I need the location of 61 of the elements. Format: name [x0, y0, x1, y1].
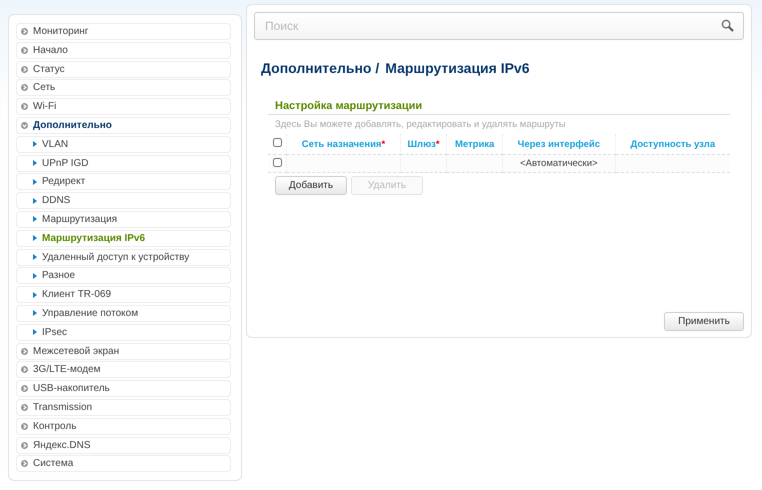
- section-description: Здесь Вы можете добавлять, редактировать и удалять маршруты: [274, 118, 567, 132]
- apply-button[interactable]: Применить: [664, 312, 744, 331]
- search-icon: [721, 19, 734, 32]
- submenu-item[interactable]: Маршрутизация: [16, 210, 231, 228]
- submenu-item[interactable]: VLAN: [16, 136, 231, 153]
- submenu-item[interactable]: DDNS: [16, 192, 231, 210]
- collapsed-icon: [21, 442, 28, 449]
- expanded-icon: [21, 122, 28, 129]
- menu-item[interactable]: 3G/LTE-модем: [16, 361, 231, 378]
- arrow-icon: [33, 178, 37, 185]
- menu-item[interactable]: Статус: [16, 60, 231, 78]
- arrow-icon: [33, 160, 37, 166]
- menu-item[interactable]: Начало: [16, 42, 231, 59]
- page-title: Маршрутизация IPv6: [385, 60, 530, 76]
- submenu-item[interactable]: Управление потоком: [16, 304, 231, 322]
- collapsed-icon: [21, 84, 28, 92]
- menu-item[interactable]: Контроль: [16, 418, 231, 435]
- collapsed-icon: [21, 422, 28, 430]
- arrow-icon: [33, 198, 37, 204]
- row-checkbox[interactable]: [272, 158, 282, 166]
- arrow-icon: [33, 254, 37, 260]
- submenu-item[interactable]: Удаленный доступ к устройству: [16, 248, 231, 266]
- collapsed-icon: [21, 366, 28, 374]
- action-button[interactable]: Добавить: [275, 176, 347, 195]
- arrow-icon: [33, 292, 37, 298]
- table-cell: <Автоматически>: [502, 154, 616, 172]
- required-mark: *: [381, 138, 386, 150]
- arrow-icon: [33, 272, 37, 279]
- collapsed-icon: [21, 66, 28, 73]
- collapsed-icon: [21, 460, 28, 468]
- page-title: Дополнительно /: [261, 60, 380, 76]
- collapsed-icon: [21, 348, 28, 355]
- submenu-item[interactable]: Клиент TR-069: [16, 286, 231, 304]
- arrow-icon: [33, 141, 37, 148]
- collapsed-icon: [21, 404, 28, 411]
- menu-item[interactable]: Дополнительно: [16, 116, 231, 134]
- arrow-icon: [33, 216, 37, 222]
- menu-item[interactable]: Яндекс.DNS: [16, 436, 231, 454]
- collapsed-icon: [21, 103, 28, 110]
- submenu-item[interactable]: UPnP IGD: [16, 154, 231, 172]
- collapsed-icon: [21, 28, 28, 35]
- menu-item[interactable]: Transmission: [16, 398, 231, 416]
- arrow-icon: [33, 310, 37, 316]
- submenu-item[interactable]: IPsec: [16, 324, 231, 341]
- search-field[interactable]: Поиск: [254, 12, 744, 40]
- select-all-checkbox[interactable]: [272, 138, 282, 147]
- menu-item[interactable]: Система: [16, 455, 231, 472]
- submenu-item[interactable]: Редирект: [16, 173, 231, 190]
- menu-item[interactable]: Сеть: [16, 79, 231, 96]
- arrow-icon: [33, 235, 37, 242]
- section-title: Настройка маршрутизации: [268, 100, 730, 115]
- menu-item[interactable]: Межсетевой экран: [16, 342, 231, 360]
- arrow-icon: [33, 329, 37, 336]
- submenu-item[interactable]: Маршрутизация IPv6: [16, 230, 231, 247]
- collapsed-icon: [21, 385, 28, 392]
- menu-item[interactable]: USB-накопитель: [16, 380, 231, 398]
- required-mark: *: [436, 138, 440, 150]
- menu-item[interactable]: Мониторинг: [16, 23, 231, 40]
- menu-item[interactable]: Wi-Fi: [16, 98, 231, 116]
- collapsed-icon: [21, 46, 28, 54]
- submenu-item[interactable]: Разное: [16, 267, 231, 284]
